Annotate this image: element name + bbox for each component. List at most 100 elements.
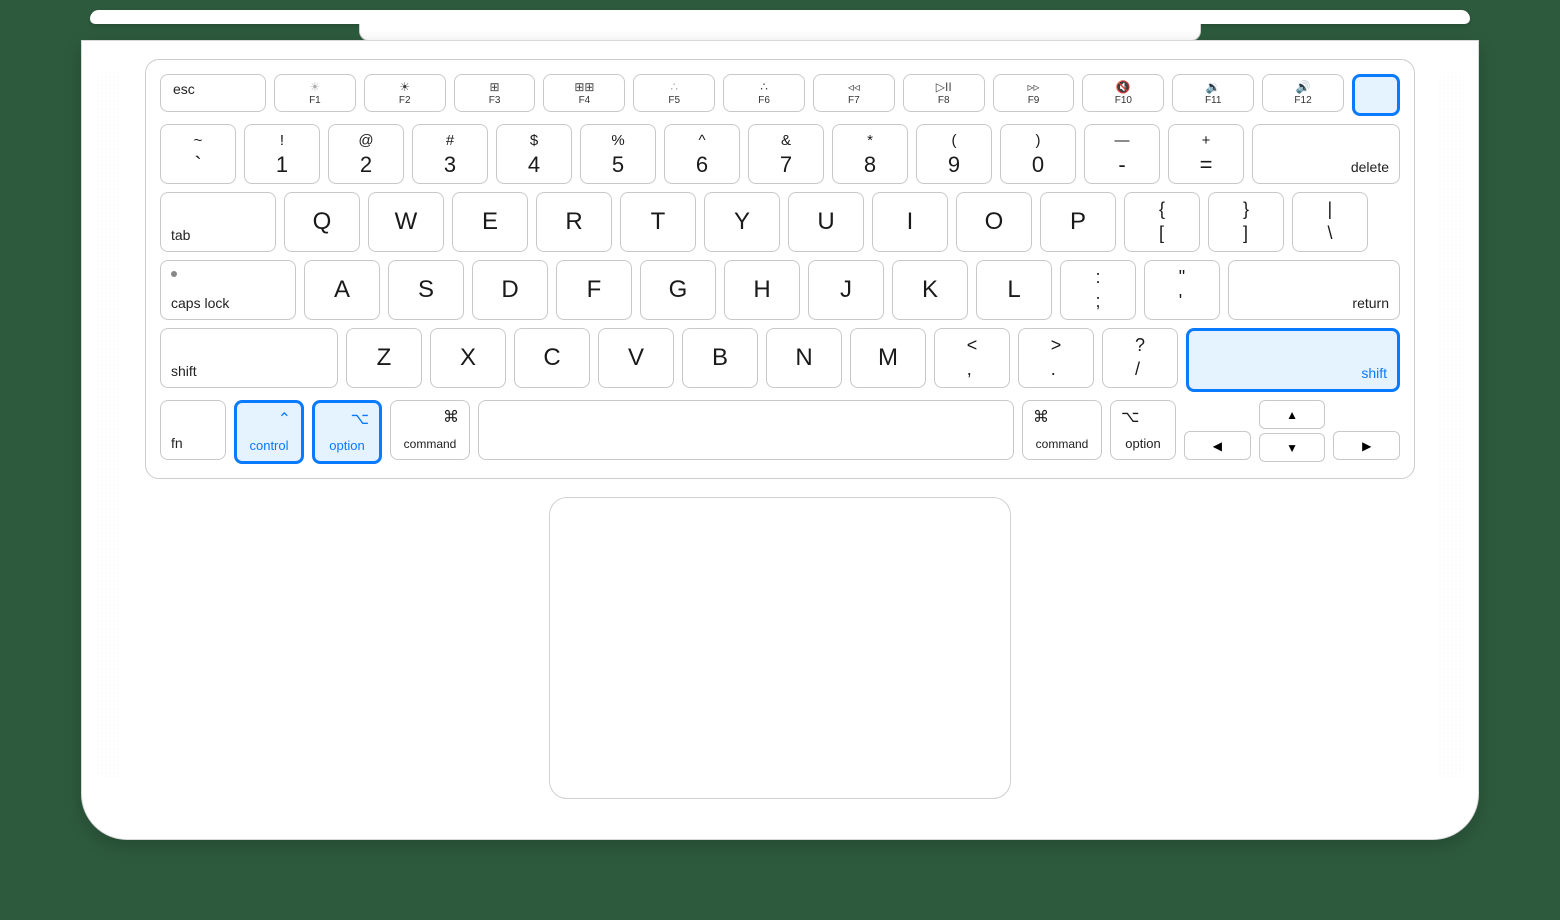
key-command-left[interactable]: ⌘ command bbox=[390, 400, 470, 460]
key-command-right[interactable]: ⌘ command bbox=[1022, 400, 1102, 460]
key-9[interactable]: (9 bbox=[916, 124, 992, 184]
fn-icon: ∴ bbox=[760, 81, 768, 93]
arrow-key-cluster: ◀ ▲ ▼ ▶ bbox=[1184, 400, 1400, 464]
key-space[interactable] bbox=[478, 400, 1014, 460]
key-slash[interactable]: ?/ bbox=[1102, 328, 1178, 388]
key-p[interactable]: P bbox=[1040, 192, 1116, 252]
key-touch-id[interactable] bbox=[1352, 74, 1400, 116]
key-f9[interactable]: ▹▹F9 bbox=[993, 74, 1075, 112]
key-backslash[interactable]: |\ bbox=[1292, 192, 1368, 252]
key-z[interactable]: Z bbox=[346, 328, 422, 388]
key-f[interactable]: F bbox=[556, 260, 632, 320]
key-y[interactable]: Y bbox=[704, 192, 780, 252]
key-q[interactable]: Q bbox=[284, 192, 360, 252]
key-7[interactable]: &7 bbox=[748, 124, 824, 184]
key-period[interactable]: >. bbox=[1018, 328, 1094, 388]
key-`[interactable]: ~` bbox=[160, 124, 236, 184]
key-bracket-left[interactable]: {[ bbox=[1124, 192, 1200, 252]
key-b[interactable]: B bbox=[682, 328, 758, 388]
key-o[interactable]: O bbox=[956, 192, 1032, 252]
key-f1[interactable]: ☀︎F1 bbox=[274, 74, 356, 112]
key-arrow-left[interactable]: ◀ bbox=[1184, 431, 1251, 460]
key-8[interactable]: *8 bbox=[832, 124, 908, 184]
fn-icon: ▹▹ bbox=[1028, 81, 1040, 93]
key-f8[interactable]: ▷IIF8 bbox=[903, 74, 985, 112]
key-0[interactable]: )0 bbox=[1000, 124, 1076, 184]
key-r[interactable]: R bbox=[536, 192, 612, 252]
key-n[interactable]: N bbox=[766, 328, 842, 388]
fn-label: F6 bbox=[758, 95, 770, 106]
key-f2[interactable]: ☀︎ F2 bbox=[364, 74, 446, 112]
key-f4[interactable]: ⊞⊞F4 bbox=[543, 74, 625, 112]
key-f7[interactable]: ◃◃F7 bbox=[813, 74, 895, 112]
key-m[interactable]: M bbox=[850, 328, 926, 388]
key-esc[interactable]: esc bbox=[160, 74, 266, 112]
key-v[interactable]: V bbox=[598, 328, 674, 388]
key-arrow-right[interactable]: ▶ bbox=[1333, 431, 1400, 460]
key-2[interactable]: @2 bbox=[328, 124, 404, 184]
key-fn[interactable]: fn bbox=[160, 400, 226, 460]
key-h[interactable]: H bbox=[724, 260, 800, 320]
key-f10[interactable]: 🔇F10 bbox=[1082, 74, 1164, 112]
key-t[interactable]: T bbox=[620, 192, 696, 252]
key-delete[interactable]: delete bbox=[1252, 124, 1400, 184]
key-l[interactable]: L bbox=[976, 260, 1052, 320]
key-4[interactable]: $4 bbox=[496, 124, 572, 184]
key-option-right[interactable]: ⌥ option bbox=[1110, 400, 1176, 460]
key-quote[interactable]: "' bbox=[1144, 260, 1220, 320]
key-x[interactable]: X bbox=[430, 328, 506, 388]
trackpad[interactable] bbox=[549, 497, 1011, 799]
key-caps-lock[interactable]: caps lock bbox=[160, 260, 296, 320]
key-3[interactable]: #3 bbox=[412, 124, 488, 184]
key-u[interactable]: U bbox=[788, 192, 864, 252]
key-shift-left[interactable]: shift bbox=[160, 328, 338, 388]
option-symbol-icon: ⌥ bbox=[1121, 407, 1139, 427]
fn-icon: ∴ bbox=[670, 81, 678, 93]
key-i[interactable]: I bbox=[872, 192, 948, 252]
key-c[interactable]: C bbox=[514, 328, 590, 388]
key-control[interactable]: ⌃ control bbox=[234, 400, 304, 464]
key-f11[interactable]: 🔉F11 bbox=[1172, 74, 1254, 112]
fn-label: F7 bbox=[848, 95, 860, 106]
bottom-row: fn ⌃ control ⌥ option ⌘ command bbox=[160, 400, 1400, 464]
key-f3[interactable]: ⊞F3 bbox=[454, 74, 536, 112]
key-j[interactable]: J bbox=[808, 260, 884, 320]
key-=[interactable]: += bbox=[1168, 124, 1244, 184]
key-semicolon[interactable]: :; bbox=[1060, 260, 1136, 320]
key-a[interactable]: A bbox=[304, 260, 380, 320]
key-command-right-label: command bbox=[1023, 437, 1101, 451]
fn-icon: ⊞⊞ bbox=[574, 81, 594, 93]
key-w[interactable]: W bbox=[368, 192, 444, 252]
key-f6[interactable]: ∴ F6 bbox=[723, 74, 805, 112]
key-k[interactable]: K bbox=[892, 260, 968, 320]
fn-label: F10 bbox=[1115, 95, 1132, 106]
fn-icon: ☀︎ bbox=[399, 81, 410, 93]
key-comma[interactable]: <, bbox=[934, 328, 1010, 388]
command-symbol-icon: ⌘ bbox=[443, 407, 459, 427]
key-d[interactable]: D bbox=[472, 260, 548, 320]
fn-label: F1 bbox=[309, 95, 321, 106]
laptop: esc ☀︎F1☀︎F2⊞F3⊞⊞F4∴F5∴F6◃◃F7▷IIF8▹▹F9🔇F… bbox=[80, 10, 1480, 840]
key-return[interactable]: return bbox=[1228, 260, 1400, 320]
key-s[interactable]: S bbox=[388, 260, 464, 320]
function-row: esc ☀︎F1☀︎F2⊞F3⊞⊞F4∴F5∴F6◃◃F7▷IIF8▹▹F9🔇F… bbox=[160, 74, 1400, 116]
key-g[interactable]: G bbox=[640, 260, 716, 320]
key-arrow-down[interactable]: ▼ bbox=[1259, 433, 1326, 462]
key-tab-label: tab bbox=[171, 227, 190, 243]
key-f5[interactable]: ∴F5 bbox=[633, 74, 715, 112]
fn-label: F2 bbox=[399, 95, 411, 106]
key-arrow-up[interactable]: ▲ bbox=[1259, 400, 1326, 429]
shift-row: shift ZXCVBNM <, >. ?/ shift bbox=[160, 328, 1400, 392]
key--[interactable]: —- bbox=[1084, 124, 1160, 184]
key-5[interactable]: %5 bbox=[580, 124, 656, 184]
key-option-left[interactable]: ⌥ option bbox=[312, 400, 382, 464]
key-bracket-right[interactable]: }] bbox=[1208, 192, 1284, 252]
fn-icon: 🔊 bbox=[1296, 81, 1311, 93]
key-shift-right[interactable]: shift bbox=[1186, 328, 1400, 392]
key-tab[interactable]: tab bbox=[160, 192, 276, 252]
key-6[interactable]: ^6 bbox=[664, 124, 740, 184]
arrow-right-icon: ▶ bbox=[1362, 439, 1371, 453]
key-1[interactable]: !1 bbox=[244, 124, 320, 184]
key-e[interactable]: E bbox=[452, 192, 528, 252]
key-f12[interactable]: 🔊F12 bbox=[1262, 74, 1344, 112]
